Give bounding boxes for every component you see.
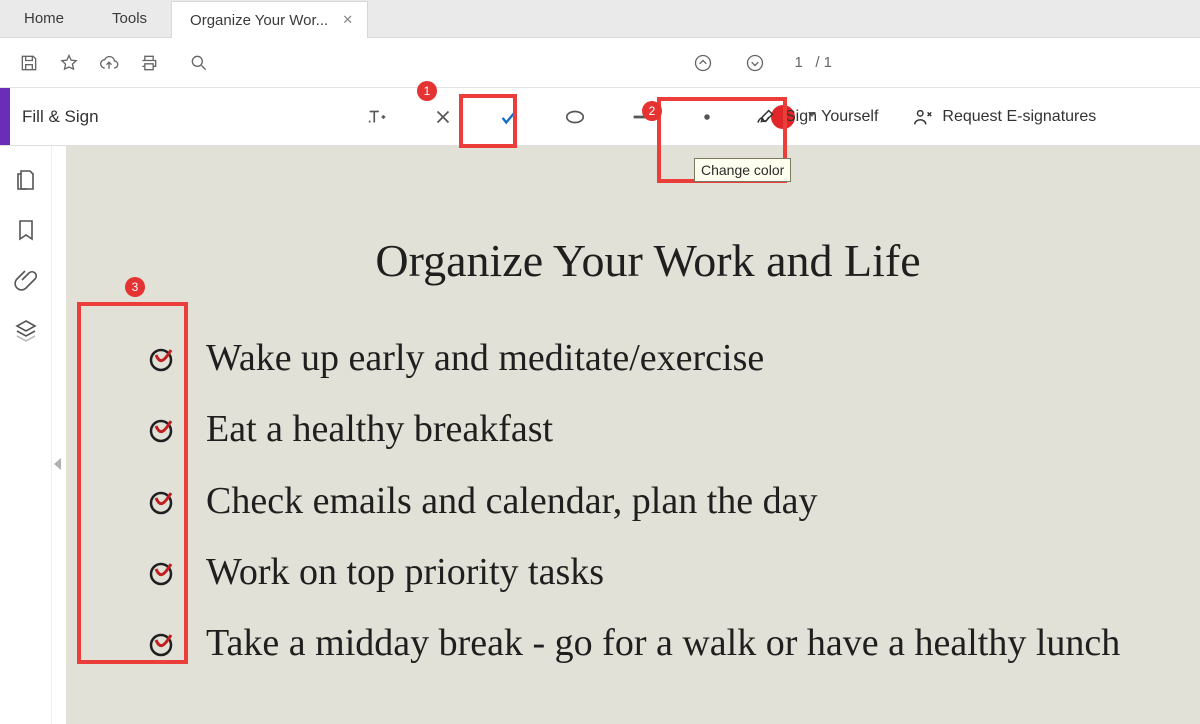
- list-item: Wake up early and meditate/exercise: [116, 333, 1180, 384]
- checklist: Wake up early and meditate/exercise Eat a…: [116, 333, 1180, 669]
- text-tool-icon[interactable]: [360, 100, 394, 134]
- print-icon[interactable]: [132, 46, 166, 80]
- document-title: Organize Your Work and Life: [116, 234, 1180, 287]
- page-up-icon[interactable]: [686, 46, 720, 80]
- page-down-icon[interactable]: [738, 46, 772, 80]
- toolbar-right: 1 / 1: [686, 46, 1192, 80]
- save-icon[interactable]: [12, 46, 46, 80]
- tab-document-label: Organize Your Wor...: [190, 12, 328, 29]
- page-current[interactable]: 1: [794, 54, 802, 71]
- toolbar-left: [8, 46, 216, 80]
- fillsign-accent: [0, 88, 10, 145]
- list-item: Eat a healthy breakfast: [116, 404, 1180, 455]
- tab-bar: Home Tools Organize Your Wor... ✕: [0, 0, 1200, 38]
- workspace: Organize Your Work and Life Wake up earl…: [0, 146, 1200, 724]
- checked-circle-icon: [116, 333, 206, 375]
- list-item-text: Take a midday break - go for a walk or h…: [206, 618, 1180, 669]
- list-item-text: Eat a healthy breakfast: [206, 404, 1180, 455]
- page-total: / 1: [815, 54, 832, 71]
- cross-tool-icon[interactable]: [426, 100, 460, 134]
- checked-circle-icon: [116, 476, 206, 518]
- list-item-text: Check emails and calendar, plan the day: [206, 476, 1180, 527]
- request-signatures-button[interactable]: Request E-signatures: [912, 106, 1096, 128]
- close-tab-icon[interactable]: ✕: [342, 12, 353, 28]
- list-item: Take a midday break - go for a walk or h…: [116, 618, 1180, 669]
- attachment-panel-icon[interactable]: [14, 268, 38, 292]
- document-page: Organize Your Work and Life Wake up earl…: [66, 146, 1200, 724]
- checked-circle-icon: [116, 618, 206, 660]
- expand-sidepanel-handle[interactable]: [52, 446, 62, 482]
- star-icon[interactable]: [52, 46, 86, 80]
- fillsign-label: Fill & Sign: [22, 107, 99, 127]
- list-item: Work on top priority tasks: [116, 547, 1180, 598]
- tab-document[interactable]: Organize Your Wor... ✕: [171, 1, 368, 38]
- sign-yourself-label: Sign Yourself: [785, 108, 878, 126]
- sign-yourself-button[interactable]: Sign Yourself: [755, 106, 878, 128]
- circle-tool-icon[interactable]: [558, 100, 592, 134]
- page-indicator: 1 / 1: [794, 54, 832, 71]
- tab-tools[interactable]: Tools: [88, 0, 171, 37]
- pages-panel-icon[interactable]: [14, 168, 38, 192]
- checked-circle-icon: [116, 404, 206, 446]
- dot-tool-icon[interactable]: [690, 100, 724, 134]
- check-tool-icon[interactable]: [492, 100, 526, 134]
- request-signatures-label: Request E-signatures: [942, 108, 1096, 126]
- zoom-icon[interactable]: [182, 46, 216, 80]
- list-item-text: Wake up early and meditate/exercise: [206, 333, 1180, 384]
- fill-and-sign-toolbar: Fill & Sign Sign Yourself: [0, 88, 1200, 146]
- cloud-upload-icon[interactable]: [92, 46, 126, 80]
- side-panel: [0, 146, 52, 724]
- tab-home[interactable]: Home: [0, 0, 88, 37]
- bookmark-panel-icon[interactable]: [14, 218, 38, 242]
- main-toolbar: 1 / 1: [0, 38, 1200, 88]
- checked-circle-icon: [116, 547, 206, 589]
- fillsign-tools: [360, 88, 800, 145]
- list-item: Check emails and calendar, plan the day: [116, 476, 1180, 527]
- sign-actions: Sign Yourself Request E-signatures: [755, 88, 1096, 145]
- layers-panel-icon[interactable]: [14, 318, 38, 342]
- list-item-text: Work on top priority tasks: [206, 547, 1180, 598]
- line-tool-icon[interactable]: [624, 100, 658, 134]
